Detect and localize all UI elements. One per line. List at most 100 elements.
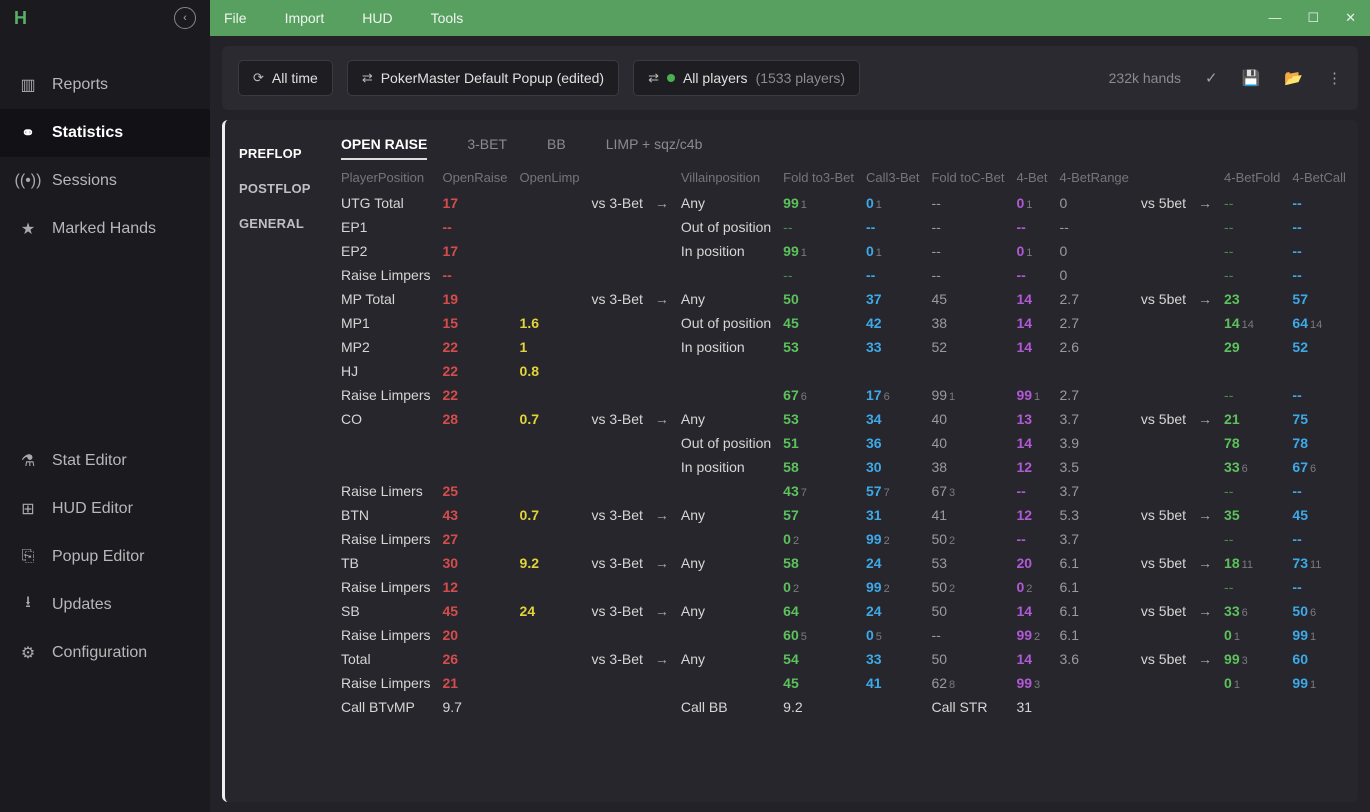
player-position: CO bbox=[335, 407, 436, 431]
save-icon[interactable]: 💾 bbox=[1242, 69, 1261, 87]
4bet-range: 2.6 bbox=[1054, 335, 1135, 359]
player-position: Raise Limpers bbox=[335, 263, 436, 287]
nav-icon: ⊞ bbox=[18, 499, 38, 519]
fold-to-cbet: 50 bbox=[925, 599, 1010, 623]
arrow-icon bbox=[649, 431, 675, 455]
vs-5bet-label bbox=[1135, 431, 1192, 455]
subnav-general[interactable]: GENERAL bbox=[225, 206, 335, 241]
4bet-fold: -- bbox=[1218, 239, 1286, 263]
fold-to-3bet: 02 bbox=[777, 575, 860, 599]
4bet-fold: -- bbox=[1218, 527, 1286, 551]
swap-icon: ⇄ bbox=[362, 70, 373, 86]
fold-to-cbet: -- bbox=[925, 215, 1010, 239]
4bet-range: -- bbox=[1054, 215, 1135, 239]
vs-3bet-label: vs 3-Bet bbox=[586, 599, 649, 623]
more-menu-icon[interactable]: ⋮ bbox=[1327, 69, 1342, 87]
4bet-range: 3.5 bbox=[1054, 455, 1135, 479]
fold-to-cbet: 38 bbox=[925, 311, 1010, 335]
sidebar-item-updates[interactable]: ⭳Updates bbox=[0, 581, 210, 629]
call-3bet: 31 bbox=[860, 503, 925, 527]
4bet-call: -- bbox=[1286, 527, 1352, 551]
arrow-icon bbox=[1192, 527, 1218, 551]
time-range-selector[interactable]: ⟳ All time bbox=[238, 60, 333, 96]
open-limp: 1.6 bbox=[514, 311, 586, 335]
4bet-call: 60 bbox=[1286, 647, 1352, 671]
sidebar-item-configuration[interactable]: ⚙Configuration bbox=[0, 629, 210, 677]
4bet-fold: -- bbox=[1218, 215, 1286, 239]
4bet-fold: 1811 bbox=[1218, 551, 1286, 575]
menu-item-tools[interactable]: Tools bbox=[431, 10, 464, 26]
subnav-preflop[interactable]: PREFLOP bbox=[225, 136, 335, 171]
4bet-fold: -- bbox=[1218, 383, 1286, 407]
footer-label: Call STR bbox=[925, 695, 1010, 719]
villain-position bbox=[675, 671, 777, 695]
sidebar-item-stat-editor[interactable]: ⚗ Stat Editor bbox=[0, 437, 210, 485]
window-close-icon[interactable]: ✕ bbox=[1345, 10, 1356, 26]
subnav-postflop[interactable]: POSTFLOP bbox=[225, 171, 335, 206]
sidebar-item-popup-editor[interactable]: ⎘Popup Editor bbox=[0, 533, 210, 581]
villain-position: In position bbox=[675, 335, 777, 359]
4bet-fold bbox=[1218, 359, 1286, 383]
4bet-range bbox=[1054, 359, 1135, 383]
4bet-call: 57 bbox=[1286, 287, 1352, 311]
menu-item-hud[interactable]: HUD bbox=[362, 10, 392, 26]
sidebar-item-statistics[interactable]: ⚭Statistics bbox=[0, 109, 210, 157]
vs-3bet-label: vs 3-Bet bbox=[586, 191, 649, 215]
stat-tab-bb[interactable]: BB bbox=[547, 136, 566, 160]
villain-position bbox=[675, 527, 777, 551]
stat-tab-open-raise[interactable]: OPEN RAISE bbox=[341, 136, 427, 160]
sidebar-item-hud-editor[interactable]: ⊞HUD Editor bbox=[0, 485, 210, 533]
4bet: 01 bbox=[1010, 191, 1053, 215]
4bet-fold: -- bbox=[1218, 479, 1286, 503]
footer-label: Call BTvMP bbox=[335, 695, 436, 719]
sidebar-collapse-button[interactable]: ‹ bbox=[174, 7, 196, 29]
4bet: 12 bbox=[1010, 455, 1053, 479]
nav-label: Stat Editor bbox=[52, 452, 127, 470]
4bet: 02 bbox=[1010, 575, 1053, 599]
player-position: Total bbox=[335, 647, 436, 671]
open-limp bbox=[514, 263, 586, 287]
window-maximize-icon[interactable]: ☐ bbox=[1307, 10, 1319, 26]
col-call3-bet: Call3-Bet bbox=[860, 160, 925, 191]
arrow-icon bbox=[1192, 263, 1218, 287]
window-minimize-icon[interactable]: — bbox=[1268, 10, 1281, 26]
sidebar-nav-bottom: ⚗ Stat Editor ⊞HUD Editor⎘Popup Editor⭳Upd… bbox=[0, 437, 210, 812]
arrow-icon bbox=[1192, 335, 1218, 359]
4bet-call: 45 bbox=[1286, 503, 1352, 527]
sidebar-item-sessions[interactable]: ((•))Sessions bbox=[0, 157, 210, 205]
menu-item-import[interactable]: Import bbox=[285, 10, 325, 26]
open-limp: 1 bbox=[514, 335, 586, 359]
vs-3bet-label: vs 3-Bet bbox=[586, 503, 649, 527]
vs-5bet-label bbox=[1135, 527, 1192, 551]
players-selector[interactable]: ⇄ All players (1533 players) bbox=[633, 60, 860, 96]
4bet-range: 6.1 bbox=[1054, 551, 1135, 575]
4bet: 991 bbox=[1010, 383, 1053, 407]
call-3bet: 42 bbox=[860, 311, 925, 335]
villain-position bbox=[675, 263, 777, 287]
check-icon[interactable]: ✓ bbox=[1205, 69, 1218, 87]
nav-icon: ⚗ bbox=[18, 451, 38, 471]
stat-tab-limp-sqz-c4b[interactable]: LIMP + sqz/c4b bbox=[606, 136, 703, 160]
open-raise: -- bbox=[436, 215, 513, 239]
arrow-icon: → bbox=[1192, 407, 1218, 431]
popup-selector[interactable]: ⇄ PokerMaster Default Popup (edited) bbox=[347, 60, 619, 96]
open-folder-icon[interactable]: 📂 bbox=[1284, 69, 1303, 87]
4bet-range: 6.1 bbox=[1054, 623, 1135, 647]
menu-item-file[interactable]: File bbox=[224, 10, 247, 26]
sidebar-item-marked-hands[interactable]: ★Marked Hands bbox=[0, 205, 210, 253]
fold-to-cbet: 991 bbox=[925, 383, 1010, 407]
sidebar-item-reports[interactable]: ▥Reports bbox=[0, 61, 210, 109]
fold-to-3bet bbox=[777, 359, 860, 383]
open-limp bbox=[514, 215, 586, 239]
4bet-call: -- bbox=[1286, 575, 1352, 599]
villain-position: Out of position bbox=[675, 215, 777, 239]
call-3bet: 24 bbox=[860, 599, 925, 623]
4bet-call: -- bbox=[1286, 479, 1352, 503]
vs-3bet-label bbox=[586, 335, 649, 359]
vs-5bet-label bbox=[1135, 575, 1192, 599]
vs-3bet-label bbox=[586, 263, 649, 287]
4bet-call: 78 bbox=[1286, 431, 1352, 455]
stat-tab-3-bet[interactable]: 3-BET bbox=[467, 136, 507, 160]
vs-5bet-label: vs 5bet bbox=[1135, 503, 1192, 527]
vs-5bet-label bbox=[1135, 455, 1192, 479]
